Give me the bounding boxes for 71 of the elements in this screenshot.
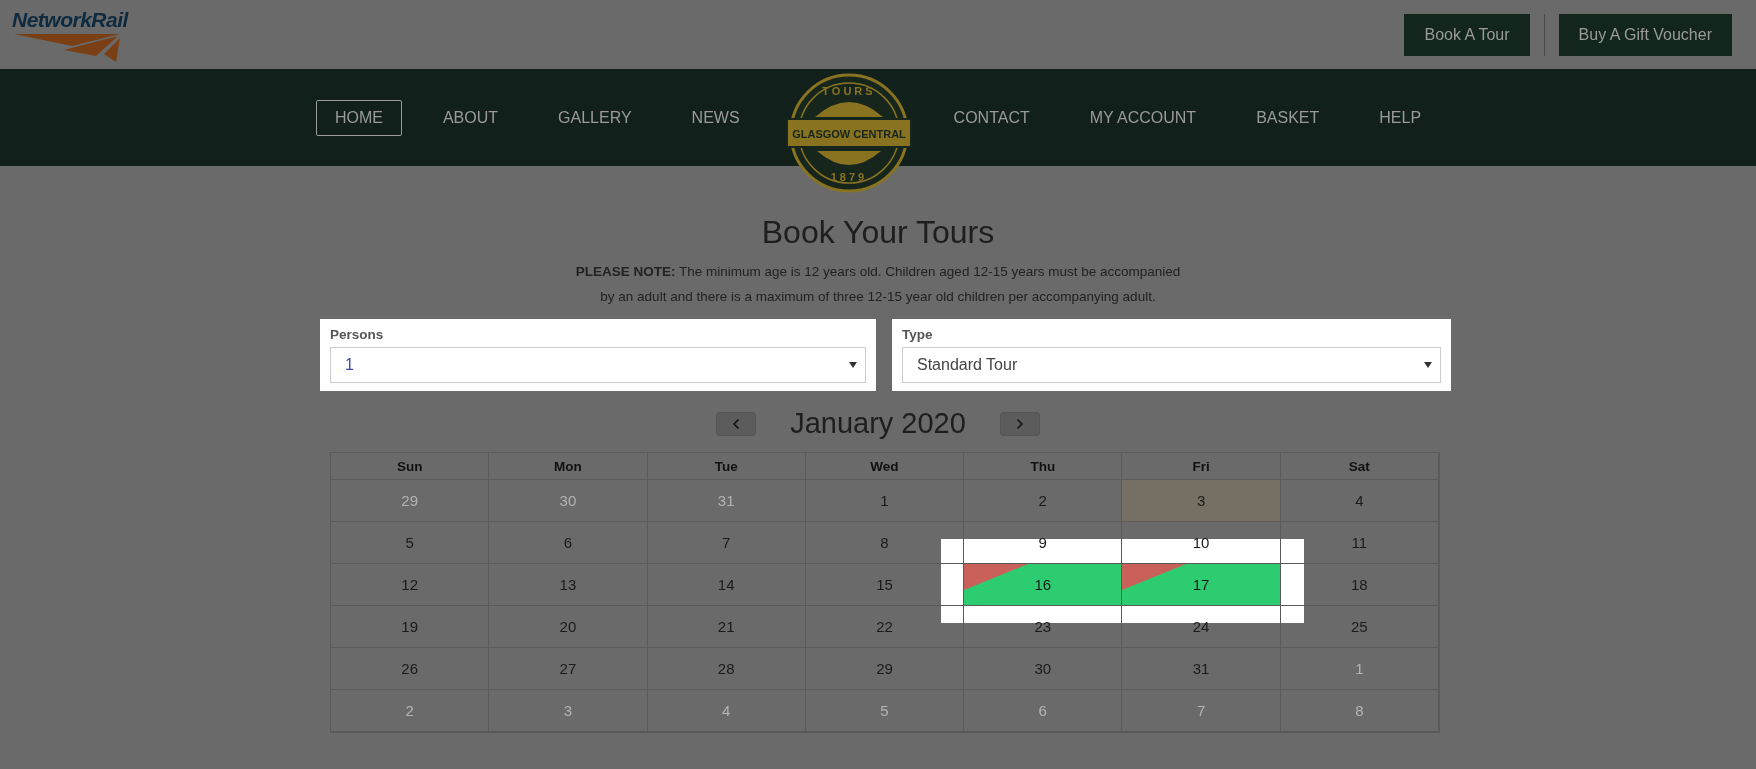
- select-field[interactable]: 1: [330, 347, 866, 383]
- calendar-day: 24: [1122, 606, 1281, 648]
- calendar-day: 8: [805, 522, 965, 564]
- other-month-day: 3: [489, 690, 648, 732]
- other-month-day: 30: [489, 480, 648, 522]
- field-label: Persons: [330, 327, 385, 342]
- calendar-day: 30: [964, 648, 1123, 690]
- calendar-day: 27: [489, 648, 648, 690]
- calendar-day: 20: [489, 606, 648, 648]
- weekday-header: Sat: [1280, 453, 1439, 480]
- nav-link[interactable]: ABOUT: [423, 99, 518, 136]
- calendar-day: 18: [1280, 564, 1439, 606]
- calendar-day: 1: [805, 480, 965, 522]
- page-title: Book Your Tours: [761, 214, 995, 251]
- other-month-day: 29: [331, 480, 490, 522]
- calendar-day: 23: [964, 606, 1123, 648]
- calendar-day: 5: [331, 522, 490, 564]
- other-month-day: 31: [647, 480, 806, 522]
- badge-year-text: 1879: [830, 171, 867, 183]
- booked-corner-mark: [964, 564, 1029, 590]
- nav-link[interactable]: HELP: [1360, 99, 1441, 136]
- badge-name-text: GLASGOW CENTRAL: [791, 128, 906, 140]
- gift-voucher-button[interactable]: Buy A Gift Voucher: [1558, 13, 1732, 56]
- available-day[interactable]: 17: [1122, 564, 1281, 606]
- caret-icon: [1424, 362, 1432, 368]
- other-month-day: 5: [805, 690, 965, 732]
- calendar-day: 26: [331, 648, 490, 690]
- calendar-day: 6: [489, 522, 648, 564]
- other-month-day: 2: [331, 690, 490, 732]
- calendar-day: 14: [647, 564, 806, 606]
- calendar-day: 21: [647, 606, 806, 648]
- next-month-button[interactable]: [999, 411, 1040, 436]
- today-day: 3: [1122, 480, 1281, 522]
- badge-top-text: TOURS: [821, 85, 876, 97]
- nav-link[interactable]: NEWS: [672, 99, 759, 136]
- calendar-day: 22: [805, 606, 965, 648]
- month-title: January 2020: [790, 407, 966, 440]
- previous-month-button[interactable]: [716, 411, 757, 436]
- note-text: by an adult and there is a maximum of three 12-15 year old children per accompanying adult.: [600, 289, 1156, 304]
- other-month-day: 6: [964, 690, 1123, 732]
- calendar-day: 19: [331, 606, 490, 648]
- weekday-header: Sun: [331, 453, 490, 480]
- other-month-day: 4: [647, 690, 806, 732]
- weekday-header: Tue: [647, 453, 806, 480]
- calendar-day: 25: [1280, 606, 1439, 648]
- other-month-day: 7: [1122, 690, 1281, 732]
- calendar-day: 31: [1122, 648, 1281, 690]
- nav-link[interactable]: BASKET: [1237, 99, 1339, 136]
- calendar-day: 13: [489, 564, 648, 606]
- weekday-header: Thu: [964, 453, 1123, 480]
- select-field[interactable]: Standard Tour: [902, 347, 1441, 383]
- calendar-day: 11: [1280, 522, 1439, 564]
- nav-link[interactable]: GALLERY: [539, 99, 651, 136]
- field-label: Type: [902, 327, 934, 342]
- nav-link[interactable]: CONTACT: [934, 99, 1049, 136]
- calendar-day: 29: [805, 648, 965, 690]
- book-tour-button[interactable]: Book A Tour: [1404, 13, 1530, 56]
- caret-icon: [849, 362, 857, 368]
- booked-corner-mark: [1122, 564, 1187, 590]
- calendar-day: 12: [331, 564, 490, 606]
- note-text: PLEASE NOTE: The minimum age is 12 years old. Children aged 12-15 years must be accompanied: [575, 264, 1181, 279]
- calendar-day: 7: [647, 522, 806, 564]
- available-day[interactable]: 16: [964, 564, 1123, 606]
- calendar-day: 28: [647, 648, 806, 690]
- other-month-day: 1: [1280, 648, 1439, 690]
- nav-link[interactable]: HOME: [315, 99, 402, 136]
- weekday-header: Wed: [805, 453, 965, 480]
- weekday-header: Mon: [489, 453, 648, 480]
- other-month-day: 8: [1280, 690, 1439, 732]
- calendar-day: 4: [1280, 480, 1439, 522]
- nav-link[interactable]: MY ACCOUNT: [1070, 99, 1216, 136]
